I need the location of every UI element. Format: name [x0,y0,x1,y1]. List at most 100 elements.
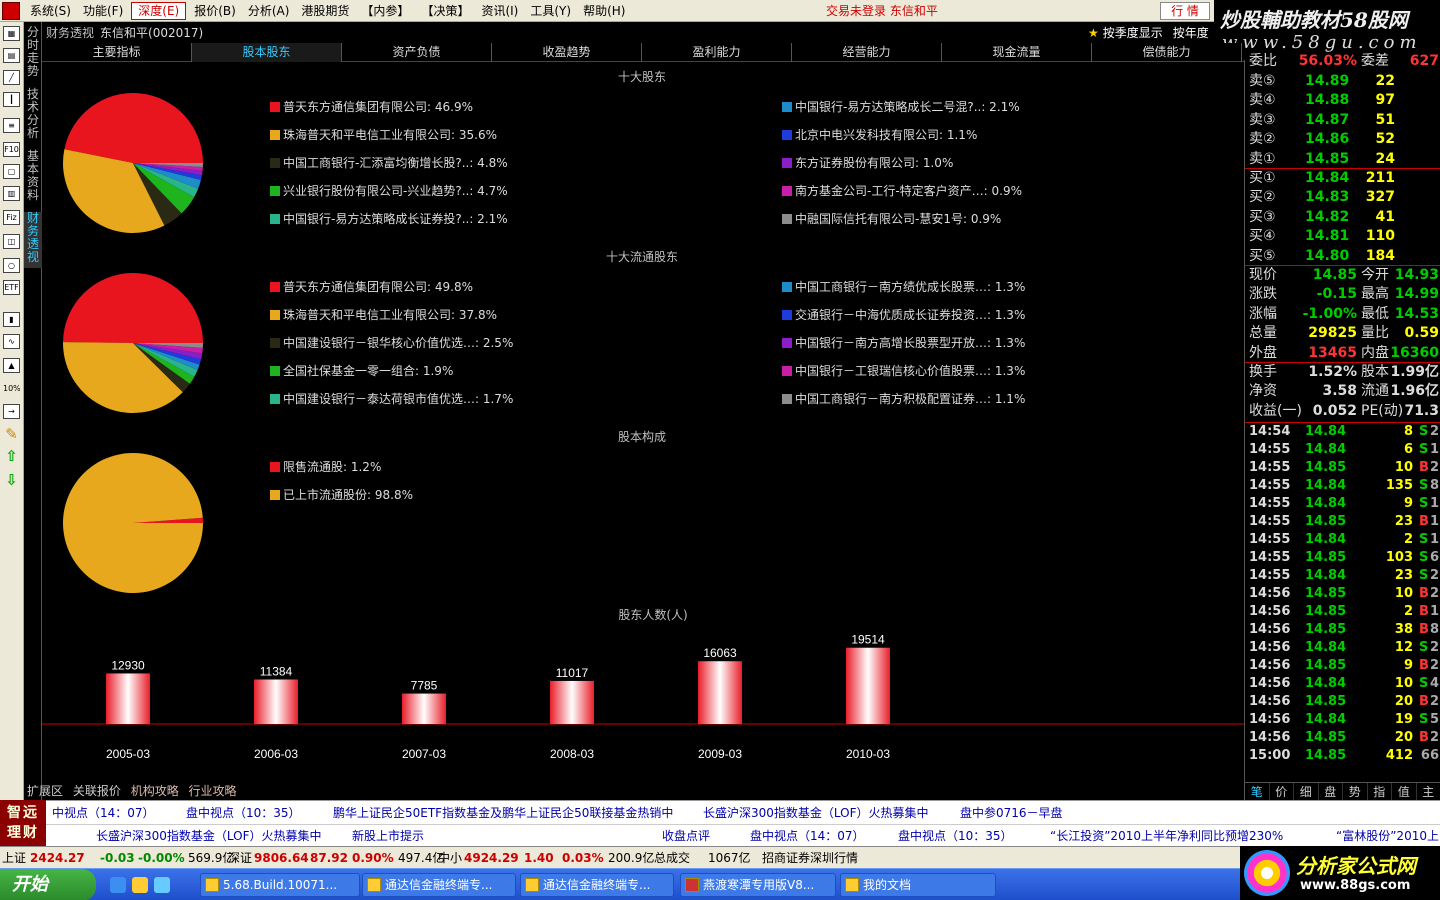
ask-row[interactable]: 卖④ 14.88 97 [1245,91,1440,110]
search-icon[interactable]: ○ [3,258,20,273]
panel-tab[interactable]: 主 [1417,783,1440,800]
doc-icon[interactable]: ▢ [3,164,20,179]
left-toolbar: ▦ ▤ ╱ ┃ ≡ F10 ▢ ▥ Fiz ◫ ○ ETF ▮ ∿ ▲ 10% … [0,22,24,800]
panel-tab[interactable]: 笔 [1245,783,1270,800]
export-icon[interactable]: → [3,404,20,419]
sh-index-label[interactable]: 上证 [2,847,26,869]
industry-guide-link[interactable]: 行业攻略 [189,784,237,798]
ask-row[interactable]: 卖③ 14.87 51 [1245,111,1440,130]
news-item[interactable]: 长盛沪深300指数基金（LOF）火热募集中 [703,801,929,825]
news-item[interactable]: 盘中参0716－早盘 [960,801,1063,825]
menu-hk-futures[interactable]: 港股期货 [295,0,355,22]
tick-side: B [1419,694,1429,709]
tick-volume: 2 [1403,532,1413,547]
menu-help[interactable]: 帮助(H) [577,0,631,22]
zx-index-label[interactable]: 中小 [438,847,462,869]
tab-income-trend[interactable]: 收盈趋势 [492,43,642,62]
line-chart-icon[interactable]: ╱ [3,70,20,85]
panel-tab[interactable]: 势 [1343,783,1368,800]
kline-icon[interactable]: ┃ [3,92,20,107]
tab-cash-flow[interactable]: 现金流量 [942,43,1092,62]
related-quote-link[interactable]: 关联报价 [73,784,121,798]
year-mode-button[interactable]: 按年度 [1173,26,1209,40]
f10b-icon[interactable]: ◫ [3,234,20,249]
fiz-icon[interactable]: Fiz [3,210,20,225]
table-icon[interactable]: ▤ [3,48,20,63]
news-item[interactable]: 盘中视点（10：35） [186,801,301,825]
news-item[interactable]: 鹏华上证民企50ETF指数基金及鹏华上证民企50联接基金热销中 [333,801,673,825]
zhiyuan-logo[interactable]: 智远理财 [0,800,46,846]
panel-tab[interactable]: 价 [1270,783,1294,800]
etf-icon[interactable]: ETF [3,280,20,295]
list-icon[interactable]: ≡ [3,118,20,133]
tab-main-indicators[interactable]: 主要指标 [42,43,192,62]
bid-row[interactable]: 买⑤ 14.80 184 [1245,247,1440,266]
tab-solvency[interactable]: 偿债能力 [1092,43,1242,62]
menu-function[interactable]: 功能(F) [77,0,129,22]
tick-count: 8 [1429,478,1439,493]
vtab-fundamentals[interactable]: 基本资料 [24,150,42,206]
task-button[interactable]: 燕渡寒潭专用版V8... [680,873,836,897]
task-button[interactable]: 通达信金融终端专... [362,873,516,897]
menu-analysis[interactable]: 分析(A) [242,0,296,22]
vtab-technical[interactable]: 技术分析 [24,88,42,144]
panel-tab[interactable]: 值 [1392,783,1417,800]
browser-icon[interactable] [154,877,170,893]
news-item[interactable]: 盘中视点（14：07） [750,825,865,847]
news-item[interactable]: 新股上市提示 [352,825,424,847]
menu-decision[interactable]: 【决策】 [415,0,475,22]
ask-label: 卖③ [1249,111,1276,128]
news-item[interactable]: 盘中视点（10：35） [898,825,1013,847]
grid-icon[interactable]: ▦ [3,26,20,41]
vtab-financial[interactable]: 财务透视 [24,212,42,268]
bid-row[interactable]: 买④ 14.81 110 [1245,227,1440,246]
task-button[interactable]: 通达信金融终端专... [520,873,674,897]
ask-row[interactable]: 卖⑤ 14.89 22 [1245,72,1440,91]
ext-area-link[interactable]: 扩展区 [27,784,63,798]
bars-icon[interactable]: ▮ [3,312,20,327]
task-button[interactable]: 我的文档 [840,873,996,897]
tab-share-capital[interactable]: 股本股东 [192,43,342,62]
quote-button[interactable]: 行 情 [1160,2,1210,20]
stack-icon[interactable]: ▥ [3,186,20,201]
ie-icon[interactable] [110,877,126,893]
news-item[interactable]: “富林股份”2010上 [1336,825,1439,847]
tick-volume: 10 [1394,586,1413,601]
arrow-down-icon[interactable]: ⇩ [3,472,20,489]
menu-tools[interactable]: 工具(Y) [524,0,577,22]
menu-insider[interactable]: 【内参】 [355,0,415,22]
news-item[interactable]: 中视点（14：07） [52,801,155,825]
menu-system[interactable]: 系统(S) [24,0,77,22]
tab-profitability[interactable]: 盈利能力 [642,43,792,62]
institution-guide-link[interactable]: 机构攻略 [131,784,179,798]
menu-quote[interactable]: 报价(B) [188,0,242,22]
arrow-up-icon[interactable]: ⇧ [3,448,20,465]
bid-row[interactable]: 买③ 14.82 41 [1245,208,1440,227]
task-button[interactable]: 5.68.Build.10071... [200,873,360,897]
panel-tab[interactable]: 盘 [1319,783,1343,800]
ask-row[interactable]: 卖② 14.86 52 [1245,130,1440,149]
menu-info[interactable]: 资讯(I) [475,0,524,22]
pencil-icon[interactable]: ✎ [3,426,20,443]
panel-tab[interactable]: 指 [1368,783,1392,800]
vtab-intraday[interactable]: 分时走势 [24,26,42,82]
bid-row[interactable]: 买② 14.83 327 [1245,188,1440,207]
news-item[interactable]: 长盛沪深300指数基金（LOF）火热募集中 [96,825,322,847]
start-button[interactable]: 开始 [0,869,96,900]
f10-icon[interactable]: F10 [3,142,20,157]
wave-icon[interactable]: ∿ [3,334,20,349]
percent-icon[interactable]: 10% [3,382,20,397]
chart-icon[interactable]: ▲ [3,358,20,373]
news-item[interactable]: 收盘点评 [662,825,710,847]
menu-depth[interactable]: 深度(E) [131,1,187,20]
season-mode-button[interactable]: 按季度显示 [1103,26,1163,40]
ask-row[interactable]: 卖① 14.85 24 [1245,150,1440,169]
qq-icon[interactable] [132,877,148,893]
tab-balance-sheet[interactable]: 资产负债 [342,43,492,62]
stat-row: 现价 14.85 今开 14.93 [1245,266,1440,285]
tab-operations[interactable]: 经营能力 [792,43,942,62]
news-item[interactable]: “长江投资”2010上半年净利同比预增230% [1050,825,1283,847]
sz-index-label[interactable]: 深证 [228,847,252,869]
bid-row[interactable]: 买① 14.84 211 [1245,169,1440,188]
panel-tab[interactable]: 细 [1294,783,1319,800]
